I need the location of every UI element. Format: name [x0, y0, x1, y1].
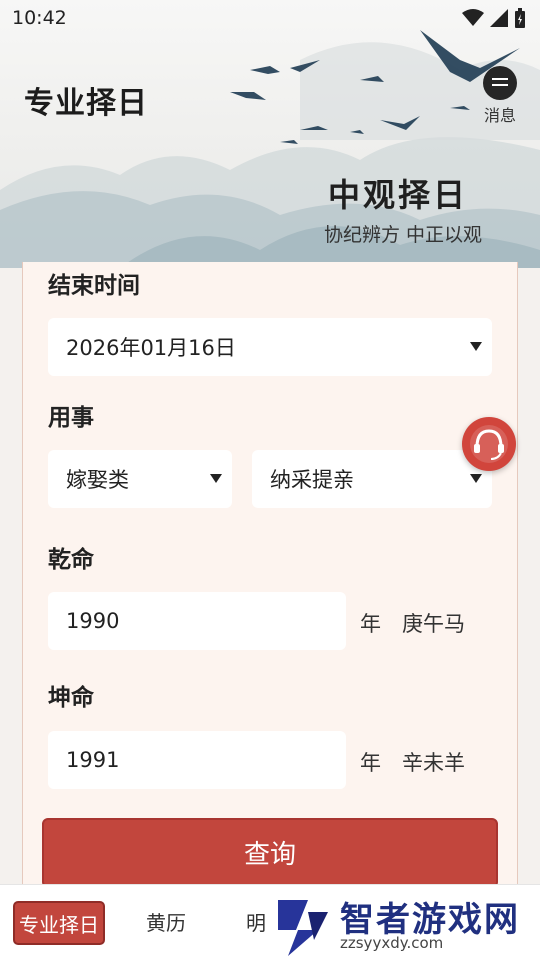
chat-bubble-icon: [483, 66, 517, 100]
chevron-down-icon: [210, 474, 222, 483]
status-icons: [462, 8, 526, 28]
query-button[interactable]: 查询: [42, 818, 498, 888]
event-item-select[interactable]: 纳采提亲: [252, 450, 492, 508]
watermark-logo: 智者游戏网 zzsyyxdy.com: [268, 888, 540, 958]
messages-label: 消息: [483, 106, 516, 125]
qian-birth-year-input[interactable]: 1990: [48, 592, 346, 650]
end-date-value: 2026年01月16日: [66, 336, 236, 360]
wifi-icon: [462, 9, 484, 26]
kun-year-unit: 年: [360, 751, 381, 775]
watermark-url: zzsyyxdy.com: [340, 934, 444, 952]
end-date-select[interactable]: 2026年01月16日: [48, 318, 492, 376]
qian-birth-year-value: 1990: [66, 609, 120, 633]
header-banner: 10:42 专业择日 消息 中观择日 协纪辨方 中正以观: [0, 0, 540, 268]
chevron-down-icon: [470, 342, 482, 351]
qian-ming-label: 乾命: [48, 547, 94, 573]
kun-ming-label: 坤命: [48, 685, 94, 711]
headset-icon: [470, 425, 508, 463]
qian-ganzhi: 庚午马: [402, 612, 465, 636]
page-title: 专业择日: [24, 86, 148, 121]
customer-service-button[interactable]: [462, 417, 516, 471]
brand-title: 中观择日: [328, 176, 469, 214]
qian-year-unit: 年: [360, 612, 381, 636]
status-bar: 10:42: [0, 0, 540, 36]
battery-icon: [515, 8, 525, 28]
kun-birth-year-value: 1991: [66, 748, 120, 772]
brand-subtitle: 协纪辨方 中正以观: [324, 224, 483, 246]
messages-button[interactable]: 消息: [478, 66, 522, 126]
chevron-down-icon: [470, 474, 482, 483]
event-category-value: 嫁娶类: [66, 468, 129, 492]
status-time: 10:42: [12, 7, 67, 29]
signal-icon: [490, 9, 508, 27]
kun-birth-year-input[interactable]: 1991: [48, 731, 346, 789]
watermark-logo-icon: [278, 900, 328, 956]
tab-almanac[interactable]: 黄历: [128, 901, 204, 945]
end-time-label: 结束时间: [48, 273, 140, 299]
event-item-value: 纳采提亲: [270, 468, 354, 492]
tab-professional-date[interactable]: 专业择日: [13, 901, 105, 945]
event-label: 用事: [48, 405, 94, 431]
event-category-select[interactable]: 嫁娶类: [48, 450, 232, 508]
kun-ganzhi: 辛未羊: [402, 751, 465, 775]
